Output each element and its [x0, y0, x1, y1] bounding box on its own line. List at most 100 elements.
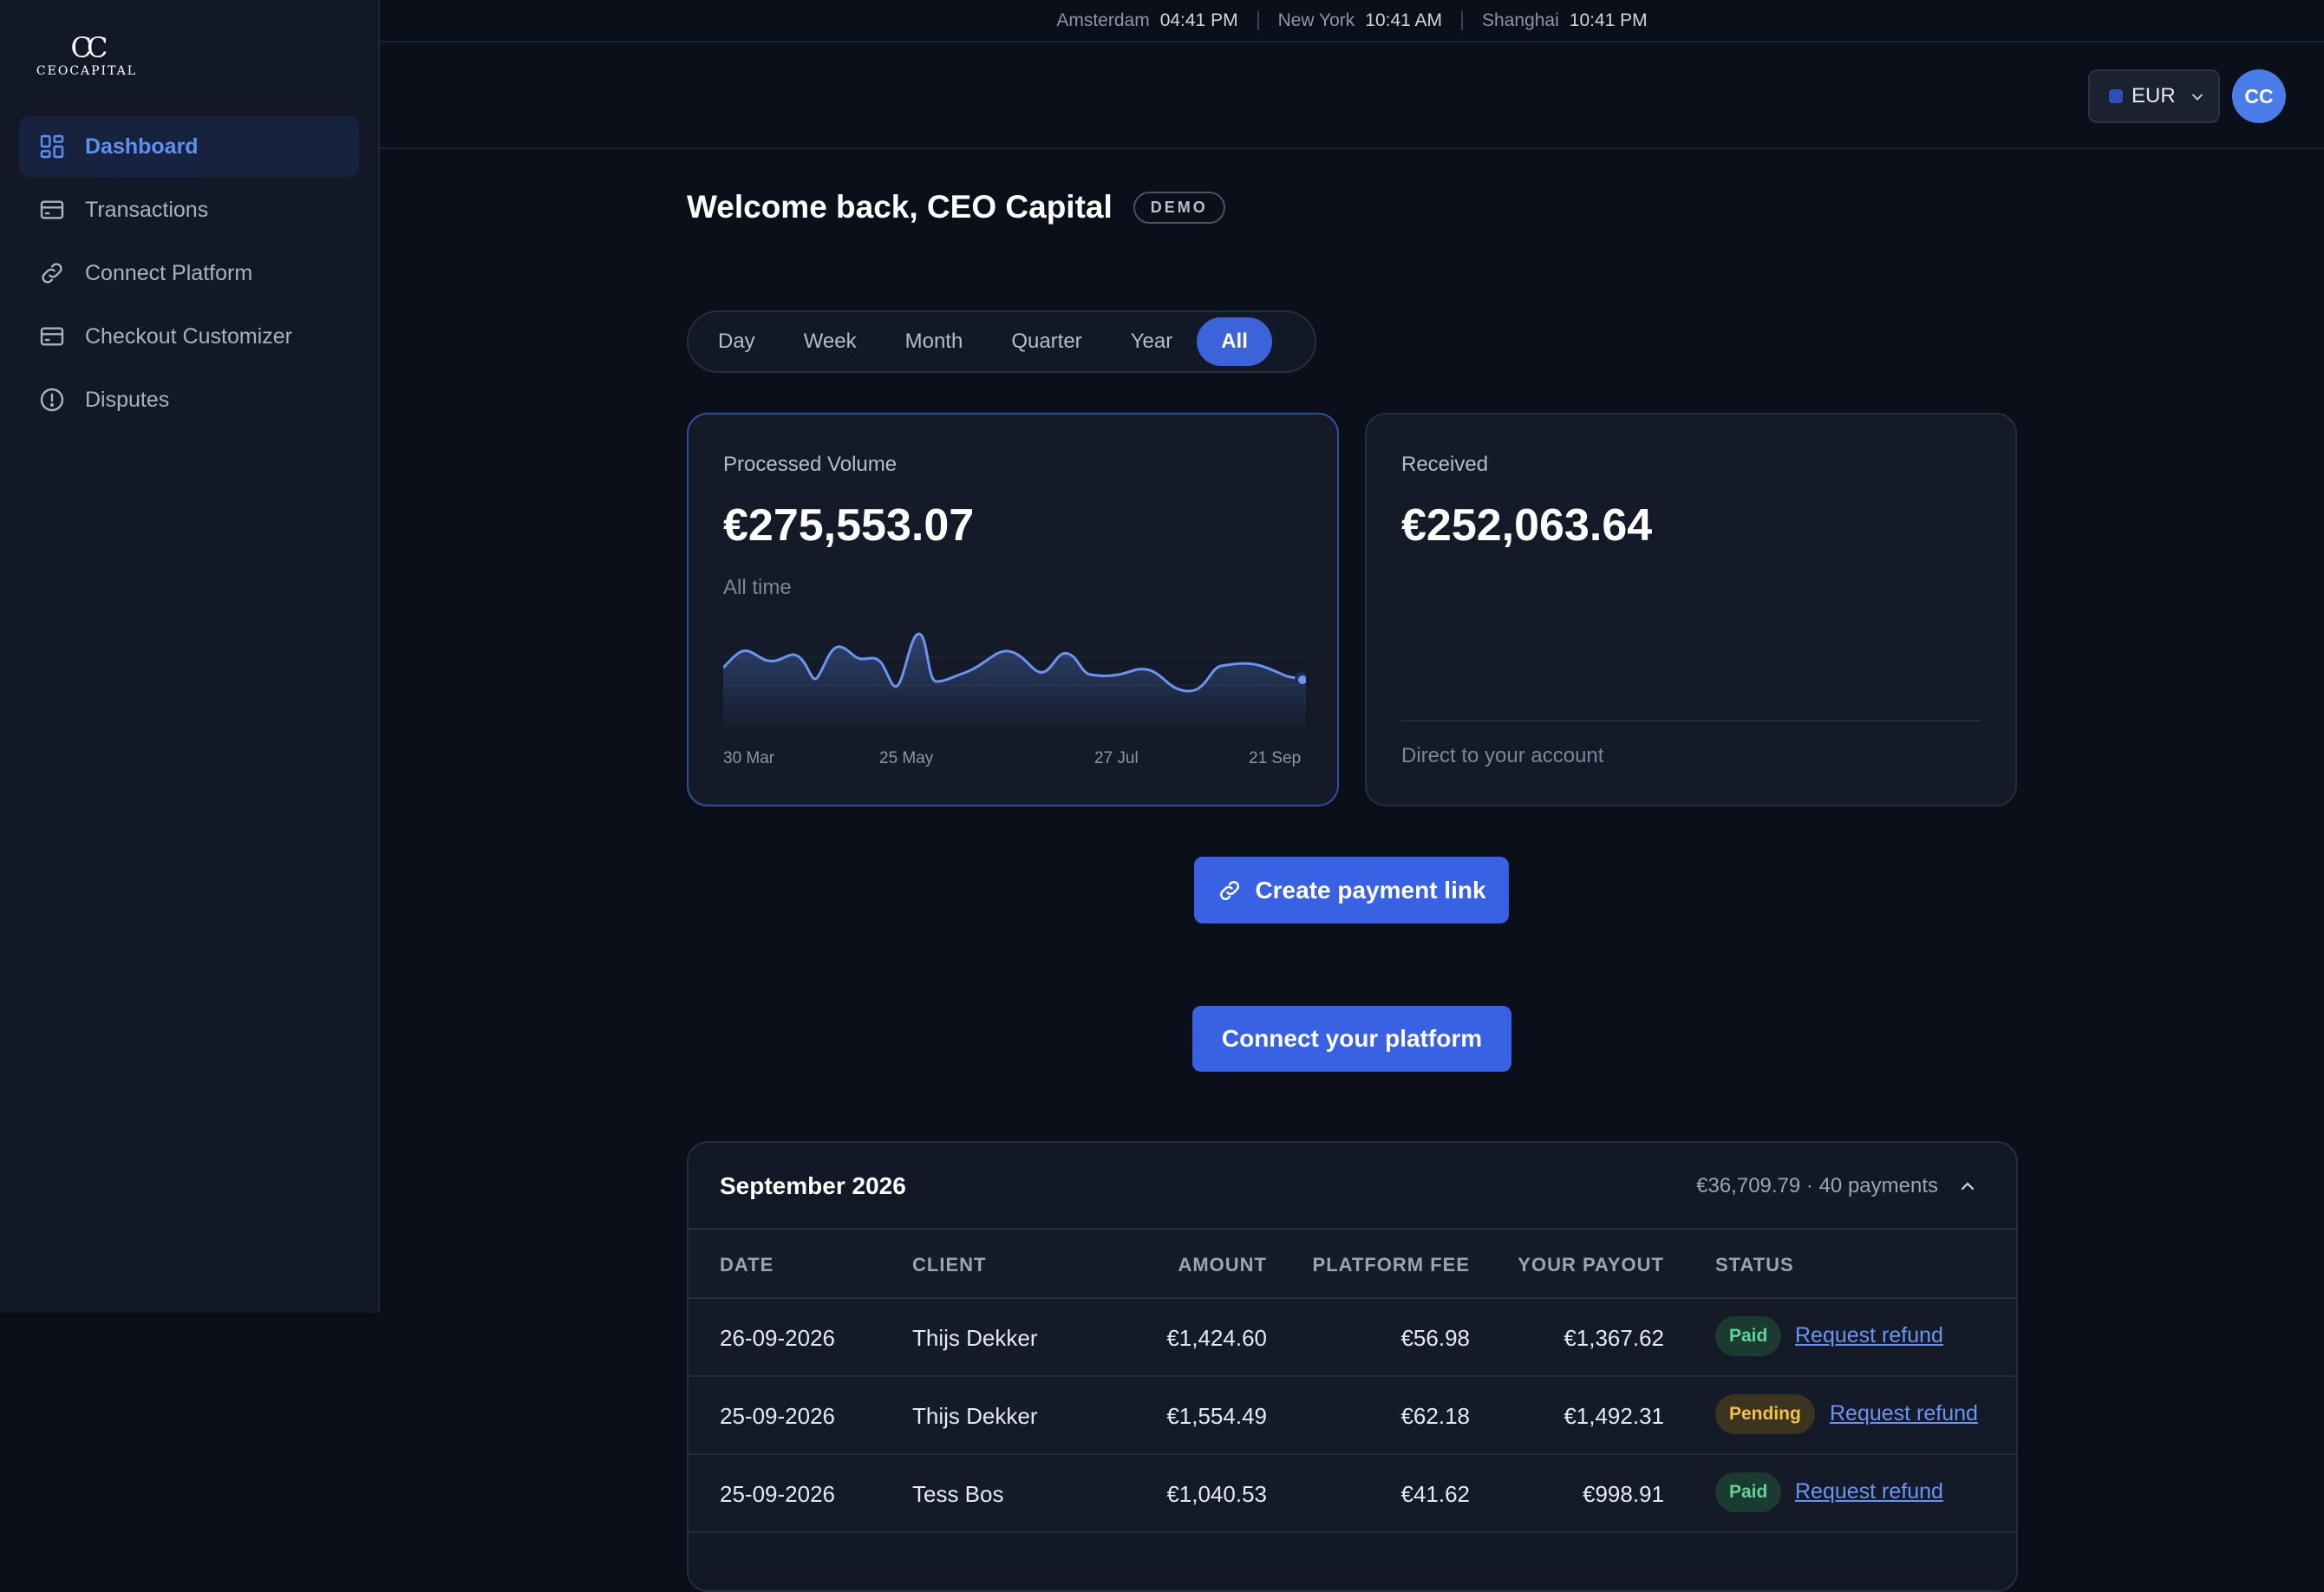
clock-time: 10:41 PM: [1569, 10, 1648, 30]
card-icon: [38, 196, 66, 224]
cell-amount: €1,554.49: [1166, 1403, 1267, 1429]
status-badge: Paid: [1715, 1472, 1782, 1512]
cell-platform-fee: €41.62: [1400, 1481, 1470, 1507]
currency-value: EUR: [2131, 84, 2176, 108]
sidebar-item-checkout-customizer[interactable]: Checkout Customizer: [19, 306, 359, 367]
world-clocks: Amsterdam 04:41 PM New York 10:41 AM Sha…: [380, 0, 2324, 42]
create-payment-link-button[interactable]: Create payment link: [1194, 857, 1509, 923]
card-label: Received: [1401, 453, 1489, 476]
card-label: Processed Volume: [723, 453, 898, 476]
card-icon: [38, 323, 66, 350]
cell-your-payout: €1,492.31: [1563, 1403, 1664, 1429]
sidebar-nav: Dashboard Transactions Connect Platform …: [19, 116, 359, 433]
connect-platform-button[interactable]: Connect your platform: [1192, 1006, 1511, 1072]
status-badge: Pending: [1715, 1394, 1815, 1434]
sidebar-item-connect-platform[interactable]: Connect Platform: [19, 243, 359, 303]
period-year[interactable]: Year: [1107, 317, 1198, 366]
demo-badge: DEMO: [1133, 191, 1225, 224]
clock-shanghai: Shanghai 10:41 PM: [1482, 10, 1648, 31]
table-header: DATE CLIENT AMOUNT PLATFORM FEE YOUR PAY…: [689, 1230, 2016, 1299]
cell-platform-fee: €56.98: [1400, 1325, 1470, 1351]
cell-amount: €1,040.53: [1166, 1481, 1267, 1507]
cell-client: Tess Bos: [912, 1481, 1004, 1507]
clock-city: New York: [1277, 10, 1355, 30]
column-header-platform-fee: PLATFORM FEE: [1312, 1254, 1470, 1276]
clock-amsterdam: Amsterdam 04:41 PM: [1056, 10, 1237, 31]
volume-sparkline: [723, 632, 1306, 735]
cell-client: Thijs Dekker: [912, 1325, 1038, 1351]
clock-divider: [1257, 10, 1259, 30]
avatar[interactable]: CC: [2232, 69, 2286, 123]
sparkline-tick-label: 30 Mar: [723, 749, 775, 767]
brand-logo[interactable]: CC CEOCAPITAL: [35, 33, 139, 78]
clock-divider: [1461, 10, 1464, 30]
top-header: EUR CC: [380, 42, 2324, 149]
clock-time: 10:41 AM: [1365, 10, 1443, 30]
month-transactions-panel: September 2026 €36,709.79 · 40 payments …: [687, 1141, 2018, 1592]
column-header-your-payout: YOUR PAYOUT: [1518, 1254, 1664, 1276]
cell-date: 25-09-2026: [720, 1403, 835, 1429]
column-header-client: CLIENT: [912, 1254, 987, 1276]
request-refund-link[interactable]: Request refund: [1830, 1401, 1978, 1426]
sidebar-item-label: Checkout Customizer: [85, 323, 292, 349]
column-header-date: DATE: [720, 1254, 774, 1276]
table-row[interactable]: 26-09-2026 Thijs Dekker €1,424.60 €56.98…: [689, 1299, 2016, 1377]
sparkline-tick-label: 25 May: [879, 749, 934, 767]
sparkline-tick-label: 27 Jul: [1094, 749, 1139, 767]
sidebar-item-label: Dashboard: [85, 134, 199, 159]
clock-time: 04:41 PM: [1159, 10, 1238, 30]
card-value: €275,553.07: [723, 500, 975, 551]
status-badge: Paid: [1715, 1316, 1782, 1356]
sidebar-item-label: Connect Platform: [85, 260, 253, 285]
month-summary: €36,709.79 · 40 payments: [1696, 1174, 1938, 1197]
table-row[interactable]: 25-09-2026 Tess Bos €1,040.53 €41.62 €99…: [689, 1455, 2016, 1533]
cell-your-payout: €998.91: [1583, 1481, 1664, 1507]
sparkline-tick-label: 21 Sep: [1249, 749, 1302, 767]
received-card[interactable]: Received €252,063.64 Direct to your acco…: [1365, 413, 2017, 806]
eu-flag-icon: [2109, 89, 2123, 103]
clock-city: Amsterdam: [1056, 10, 1150, 30]
period-selector: Day Week Month Quarter Year All: [687, 310, 1316, 373]
button-label: Connect your platform: [1221, 1025, 1483, 1052]
sparkline-area: [723, 634, 1306, 735]
cell-client: Thijs Dekker: [912, 1403, 1038, 1429]
cell-your-payout: €1,367.62: [1563, 1325, 1664, 1351]
period-week[interactable]: Week: [780, 317, 881, 366]
chevron-up-icon[interactable]: [1957, 1176, 1978, 1197]
chevron-down-icon: [2192, 94, 2203, 101]
card-value: €252,063.64: [1401, 500, 1653, 551]
cell-date: 26-09-2026: [720, 1325, 835, 1351]
sidebar-item-label: Transactions: [85, 197, 209, 222]
period-day[interactable]: Day: [694, 317, 780, 366]
link-icon: [1220, 880, 1240, 900]
table-row[interactable]: 25-09-2026 Thijs Dekker €1,554.49 €62.18…: [689, 1377, 2016, 1455]
month-panel-header[interactable]: September 2026 €36,709.79 · 40 payments: [689, 1143, 2016, 1230]
cell-amount: €1,424.60: [1166, 1325, 1267, 1351]
sidebar: CC CEOCAPITAL Dashboard Transactions Con…: [0, 0, 380, 1313]
sidebar-item-label: Disputes: [85, 387, 170, 412]
request-refund-link[interactable]: Request refund: [1795, 1479, 1943, 1504]
period-all[interactable]: All: [1197, 317, 1272, 366]
sidebar-item-transactions[interactable]: Transactions: [19, 179, 359, 240]
period-quarter[interactable]: Quarter: [987, 317, 1106, 366]
period-month[interactable]: Month: [881, 317, 988, 366]
month-title: September 2026: [720, 1172, 906, 1199]
link-icon: [38, 259, 66, 287]
sidebar-item-dashboard[interactable]: Dashboard: [19, 116, 359, 177]
card-divider: [1401, 720, 1981, 721]
cell-date: 25-09-2026: [720, 1481, 835, 1507]
sparkline-endpoint: [1295, 672, 1306, 688]
dashboard-icon: [38, 133, 66, 160]
cell-platform-fee: €62.18: [1400, 1403, 1470, 1429]
card-footnote: Direct to your account: [1401, 744, 1604, 767]
button-label: Create payment link: [1255, 876, 1486, 904]
processed-volume-card[interactable]: Processed Volume €275,553.07 All time 30…: [687, 413, 1339, 806]
card-subtitle: All time: [723, 576, 792, 599]
logo-mark: CC: [70, 31, 108, 64]
alert-circle-icon: [38, 386, 66, 414]
sidebar-item-disputes[interactable]: Disputes: [19, 369, 359, 430]
request-refund-link[interactable]: Request refund: [1795, 1323, 1943, 1348]
currency-select[interactable]: EUR: [2088, 69, 2220, 123]
column-header-amount: AMOUNT: [1178, 1254, 1267, 1276]
column-header-status: STATUS: [1715, 1254, 1794, 1276]
